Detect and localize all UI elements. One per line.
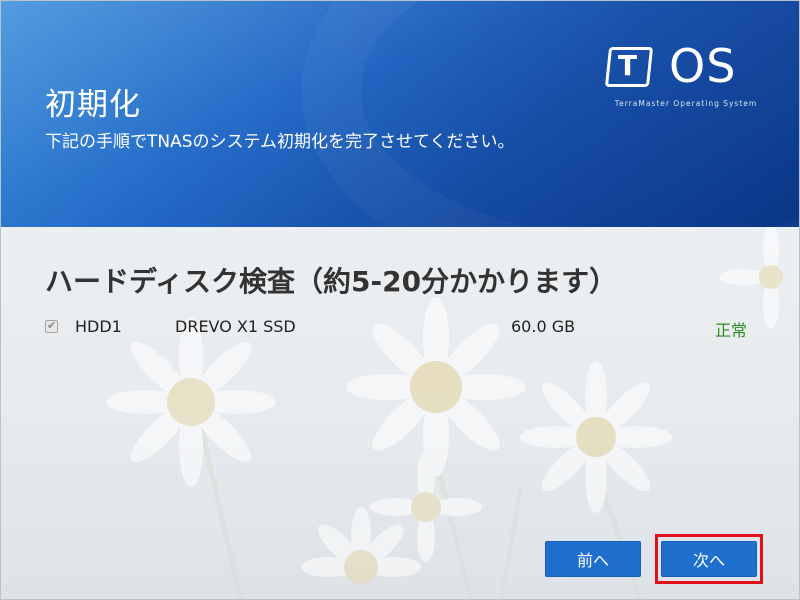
- page-title: 初期化: [45, 87, 141, 123]
- wizard-window: 初期化 下記の手順でTNASのシステム初期化を完了させてください。 T OS T…: [0, 0, 800, 600]
- disk-checkbox[interactable]: ✔: [45, 319, 58, 333]
- tos-logo: T OS TerraMaster Operating System: [601, 39, 771, 121]
- header-banner: 初期化 下記の手順でTNASのシステム初期化を完了させてください。 T OS T…: [1, 1, 799, 227]
- check-icon: ✔: [47, 319, 57, 332]
- disk-status: 正常: [715, 321, 748, 340]
- next-button[interactable]: 次へ: [661, 541, 757, 577]
- logo-mark-letter: T: [618, 49, 638, 82]
- page-subtitle: 下記の手順でTNASのシステム初期化を完了させてください。: [45, 132, 515, 152]
- disk-check-heading: ハードディスク検査（約5-20分かかります）: [45, 265, 618, 298]
- disk-row: ✔ HDD1 DREVO X1 SSD 60.0 GB 正常: [45, 315, 765, 340]
- disk-model: DREVO X1 SSD: [175, 317, 296, 336]
- disk-size: 60.0 GB: [511, 317, 576, 336]
- logo-tagline: TerraMaster Operating System: [614, 99, 758, 108]
- previous-button[interactable]: 前へ: [545, 541, 641, 577]
- logo-text: OS: [669, 39, 737, 93]
- disk-name: HDD1: [75, 317, 122, 336]
